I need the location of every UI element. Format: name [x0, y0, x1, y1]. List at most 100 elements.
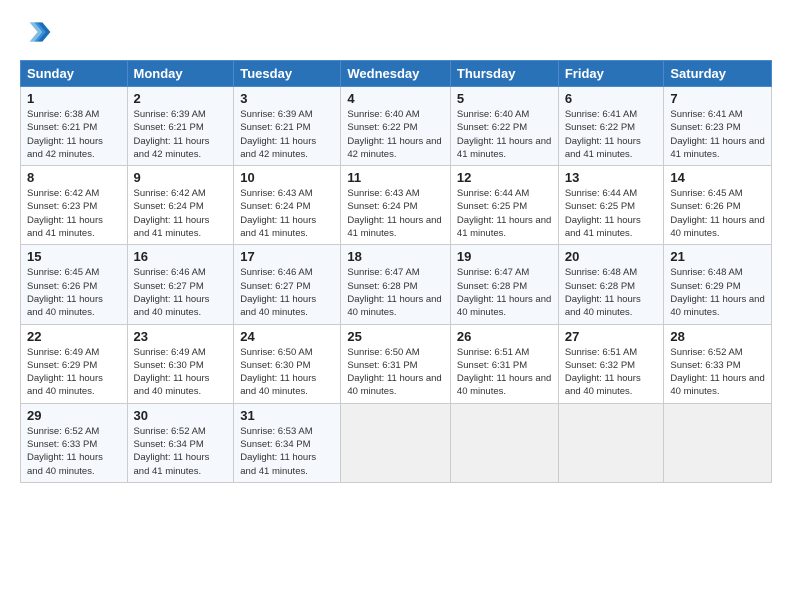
day-number: 3 [240, 91, 334, 106]
daylight-label: Daylight: 11 hours and 40 minutes. [670, 294, 764, 318]
sunrise-label: Sunrise: 6:46 AM [240, 267, 312, 278]
day-number: 18 [347, 249, 444, 264]
col-friday: Friday [558, 61, 664, 87]
col-saturday: Saturday [664, 61, 772, 87]
sunset-label: Sunset: 6:34 PM [134, 439, 204, 450]
page-header [20, 16, 772, 48]
sunrise-label: Sunrise: 6:41 AM [565, 109, 637, 120]
day-info: Sunrise: 6:44 AM Sunset: 6:25 PM Dayligh… [565, 187, 658, 240]
sunrise-label: Sunrise: 6:52 AM [134, 426, 206, 437]
day-info: Sunrise: 6:50 AM Sunset: 6:31 PM Dayligh… [347, 346, 444, 399]
day-info: Sunrise: 6:47 AM Sunset: 6:28 PM Dayligh… [347, 266, 444, 319]
sunrise-label: Sunrise: 6:49 AM [27, 347, 99, 358]
daylight-label: Daylight: 11 hours and 40 minutes. [27, 294, 103, 318]
day-info: Sunrise: 6:43 AM Sunset: 6:24 PM Dayligh… [347, 187, 444, 240]
day-info: Sunrise: 6:45 AM Sunset: 6:26 PM Dayligh… [670, 187, 765, 240]
calendar-cell: 27 Sunrise: 6:51 AM Sunset: 6:32 PM Dayl… [558, 324, 664, 403]
day-info: Sunrise: 6:40 AM Sunset: 6:22 PM Dayligh… [457, 108, 552, 161]
day-number: 16 [134, 249, 228, 264]
day-info: Sunrise: 6:51 AM Sunset: 6:32 PM Dayligh… [565, 346, 658, 399]
col-monday: Monday [127, 61, 234, 87]
calendar-cell: 12 Sunrise: 6:44 AM Sunset: 6:25 PM Dayl… [450, 166, 558, 245]
daylight-label: Daylight: 11 hours and 40 minutes. [134, 373, 210, 397]
calendar-cell: 18 Sunrise: 6:47 AM Sunset: 6:28 PM Dayl… [341, 245, 451, 324]
sunset-label: Sunset: 6:23 PM [27, 201, 97, 212]
daylight-label: Daylight: 11 hours and 42 minutes. [27, 136, 103, 160]
header-row: Sunday Monday Tuesday Wednesday Thursday… [21, 61, 772, 87]
day-info: Sunrise: 6:47 AM Sunset: 6:28 PM Dayligh… [457, 266, 552, 319]
daylight-label: Daylight: 11 hours and 41 minutes. [670, 136, 764, 160]
day-number: 20 [565, 249, 658, 264]
calendar-cell [558, 403, 664, 482]
calendar-cell [664, 403, 772, 482]
sunrise-label: Sunrise: 6:51 AM [457, 347, 529, 358]
day-number: 11 [347, 170, 444, 185]
daylight-label: Daylight: 11 hours and 41 minutes. [565, 215, 641, 239]
daylight-label: Daylight: 11 hours and 41 minutes. [240, 215, 316, 239]
daylight-label: Daylight: 11 hours and 40 minutes. [240, 373, 316, 397]
sunrise-label: Sunrise: 6:51 AM [565, 347, 637, 358]
daylight-label: Daylight: 11 hours and 40 minutes. [347, 294, 441, 318]
day-number: 4 [347, 91, 444, 106]
col-wednesday: Wednesday [341, 61, 451, 87]
sunrise-label: Sunrise: 6:48 AM [565, 267, 637, 278]
sunset-label: Sunset: 6:21 PM [27, 122, 97, 133]
sunrise-label: Sunrise: 6:42 AM [134, 188, 206, 199]
daylight-label: Daylight: 11 hours and 41 minutes. [347, 215, 441, 239]
page-container: Sunday Monday Tuesday Wednesday Thursday… [0, 0, 792, 493]
day-info: Sunrise: 6:50 AM Sunset: 6:30 PM Dayligh… [240, 346, 334, 399]
daylight-label: Daylight: 11 hours and 41 minutes. [134, 452, 210, 476]
sunrise-label: Sunrise: 6:47 AM [347, 267, 419, 278]
calendar-week-3: 15 Sunrise: 6:45 AM Sunset: 6:26 PM Dayl… [21, 245, 772, 324]
sunset-label: Sunset: 6:30 PM [240, 360, 310, 371]
sunset-label: Sunset: 6:28 PM [457, 281, 527, 292]
day-number: 23 [134, 329, 228, 344]
calendar-cell: 21 Sunrise: 6:48 AM Sunset: 6:29 PM Dayl… [664, 245, 772, 324]
sunrise-label: Sunrise: 6:52 AM [670, 347, 742, 358]
calendar-cell: 16 Sunrise: 6:46 AM Sunset: 6:27 PM Dayl… [127, 245, 234, 324]
sunset-label: Sunset: 6:33 PM [670, 360, 740, 371]
sunrise-label: Sunrise: 6:45 AM [27, 267, 99, 278]
day-info: Sunrise: 6:49 AM Sunset: 6:30 PM Dayligh… [134, 346, 228, 399]
day-info: Sunrise: 6:44 AM Sunset: 6:25 PM Dayligh… [457, 187, 552, 240]
sunset-label: Sunset: 6:34 PM [240, 439, 310, 450]
day-info: Sunrise: 6:53 AM Sunset: 6:34 PM Dayligh… [240, 425, 334, 478]
day-number: 29 [27, 408, 121, 423]
day-number: 25 [347, 329, 444, 344]
sunset-label: Sunset: 6:24 PM [347, 201, 417, 212]
sunrise-label: Sunrise: 6:44 AM [457, 188, 529, 199]
sunrise-label: Sunrise: 6:39 AM [134, 109, 206, 120]
sunset-label: Sunset: 6:29 PM [670, 281, 740, 292]
day-number: 13 [565, 170, 658, 185]
day-number: 12 [457, 170, 552, 185]
sunrise-label: Sunrise: 6:39 AM [240, 109, 312, 120]
sunset-label: Sunset: 6:32 PM [565, 360, 635, 371]
sunset-label: Sunset: 6:24 PM [134, 201, 204, 212]
day-info: Sunrise: 6:43 AM Sunset: 6:24 PM Dayligh… [240, 187, 334, 240]
day-number: 7 [670, 91, 765, 106]
day-number: 15 [27, 249, 121, 264]
calendar-week-5: 29 Sunrise: 6:52 AM Sunset: 6:33 PM Dayl… [21, 403, 772, 482]
daylight-label: Daylight: 11 hours and 40 minutes. [27, 373, 103, 397]
calendar-cell [341, 403, 451, 482]
calendar-cell: 22 Sunrise: 6:49 AM Sunset: 6:29 PM Dayl… [21, 324, 128, 403]
sunset-label: Sunset: 6:21 PM [240, 122, 310, 133]
day-number: 2 [134, 91, 228, 106]
day-number: 28 [670, 329, 765, 344]
col-thursday: Thursday [450, 61, 558, 87]
calendar-cell: 3 Sunrise: 6:39 AM Sunset: 6:21 PM Dayli… [234, 87, 341, 166]
sunrise-label: Sunrise: 6:52 AM [27, 426, 99, 437]
calendar-week-1: 1 Sunrise: 6:38 AM Sunset: 6:21 PM Dayli… [21, 87, 772, 166]
sunset-label: Sunset: 6:33 PM [27, 439, 97, 450]
sunrise-label: Sunrise: 6:47 AM [457, 267, 529, 278]
daylight-label: Daylight: 11 hours and 40 minutes. [347, 373, 441, 397]
day-info: Sunrise: 6:42 AM Sunset: 6:23 PM Dayligh… [27, 187, 121, 240]
daylight-label: Daylight: 11 hours and 41 minutes. [27, 215, 103, 239]
calendar-week-2: 8 Sunrise: 6:42 AM Sunset: 6:23 PM Dayli… [21, 166, 772, 245]
calendar-cell: 17 Sunrise: 6:46 AM Sunset: 6:27 PM Dayl… [234, 245, 341, 324]
calendar-cell: 23 Sunrise: 6:49 AM Sunset: 6:30 PM Dayl… [127, 324, 234, 403]
sunset-label: Sunset: 6:22 PM [565, 122, 635, 133]
calendar-cell: 26 Sunrise: 6:51 AM Sunset: 6:31 PM Dayl… [450, 324, 558, 403]
daylight-label: Daylight: 11 hours and 40 minutes. [457, 373, 551, 397]
day-number: 22 [27, 329, 121, 344]
